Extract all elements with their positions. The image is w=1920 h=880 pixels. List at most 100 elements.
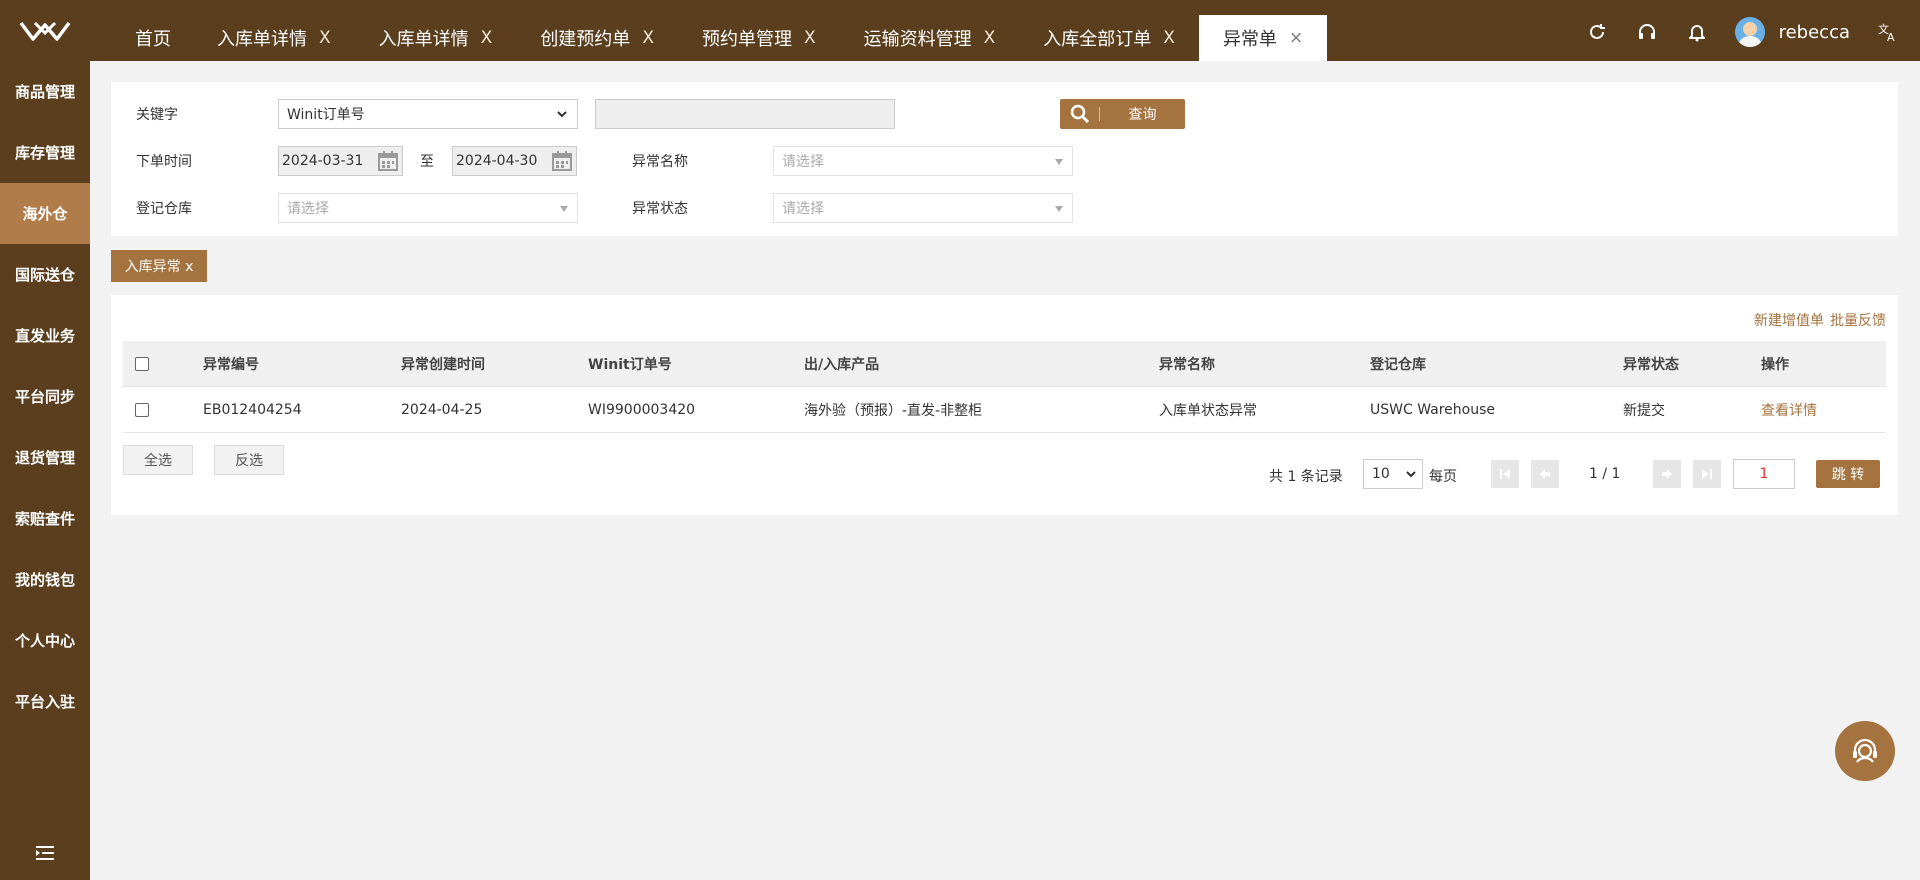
prev-page-icon[interactable] bbox=[1531, 460, 1559, 488]
sidebar-item-platform-onboarding[interactable]: 平台入驻 bbox=[0, 671, 90, 732]
exception-name-cell: 入库单状态异常 bbox=[1159, 403, 1257, 419]
tab-inbound-detail-1[interactable]: 入库单详情 X bbox=[193, 15, 355, 61]
query-button[interactable]: 查询 bbox=[1060, 99, 1185, 129]
close-icon[interactable]: X bbox=[642, 28, 654, 48]
filter-chip-inbound-exception[interactable]: 入库异常 x bbox=[111, 250, 207, 282]
sidebar-item-profile[interactable]: 个人中心 bbox=[0, 610, 90, 671]
customer-support-button[interactable] bbox=[1835, 721, 1895, 781]
triangle-down-icon bbox=[1055, 159, 1063, 165]
filter-panel: 关键字 Winit订单号 查询 下单时间 2024-03-31 至 2024-0… bbox=[111, 82, 1898, 236]
product-cell: 海外验（预报）-直发-非整柜 bbox=[804, 403, 983, 419]
sidebar-item-label: 平台入驻 bbox=[14, 693, 75, 711]
order-time-label: 下单时间 bbox=[136, 154, 192, 170]
next-page-icon[interactable] bbox=[1653, 460, 1681, 488]
exception-status-select[interactable]: 请选择 bbox=[773, 193, 1073, 223]
first-page-icon[interactable] bbox=[1491, 460, 1519, 488]
created-cell: 2024-04-25 bbox=[401, 402, 483, 418]
batch-feedback-link[interactable]: 批量反馈 bbox=[1830, 310, 1886, 330]
close-icon[interactable]: X bbox=[804, 28, 816, 48]
sidebar-item-label: 个人中心 bbox=[14, 632, 75, 650]
user-menu[interactable]: rebecca bbox=[1734, 17, 1850, 47]
chevron-down-icon bbox=[557, 111, 567, 118]
last-page-icon[interactable] bbox=[1693, 460, 1721, 488]
svg-text:A: A bbox=[1887, 31, 1895, 43]
exception-name-select[interactable]: 请选择 bbox=[773, 146, 1073, 176]
invert-selection-button[interactable]: 反选 bbox=[214, 445, 284, 475]
headset-icon[interactable] bbox=[1635, 20, 1659, 44]
bell-icon[interactable] bbox=[1685, 20, 1709, 44]
keyword-type-value: Winit订单号 bbox=[287, 107, 365, 123]
sidebar-item-returns[interactable]: 退货管理 bbox=[0, 427, 90, 488]
table-row: EB012404254 2024-04-25 WI9900003420 海外验（… bbox=[123, 387, 1886, 433]
view-details-link[interactable]: 查看详情 bbox=[1761, 387, 1817, 433]
sidebar-item-label: 平台同步 bbox=[14, 388, 75, 406]
support-agent-icon bbox=[1853, 738, 1877, 763]
avatar bbox=[1734, 17, 1765, 47]
jump-page-input[interactable]: 1 bbox=[1733, 459, 1795, 489]
keyword-type-select[interactable]: Winit订单号 bbox=[278, 99, 578, 129]
exception-name-label: 异常名称 bbox=[632, 154, 688, 170]
date-to-input[interactable]: 2024-04-30 bbox=[452, 146, 577, 176]
calendar-icon[interactable] bbox=[551, 150, 573, 172]
tab-label: 入库单详情 bbox=[217, 29, 307, 50]
page-size-select[interactable]: 10 bbox=[1363, 459, 1423, 489]
date-from-value: 2024-03-31 bbox=[282, 153, 364, 169]
column-header: 操作 bbox=[1761, 357, 1789, 373]
keyword-input[interactable] bbox=[595, 99, 895, 129]
sidebar-item-inventory[interactable]: 库存管理 bbox=[0, 122, 90, 183]
sidebar-item-label: 直发业务 bbox=[14, 327, 75, 345]
sidebar-item-label: 商品管理 bbox=[14, 83, 75, 101]
sidebar-item-platform-sync[interactable]: 平台同步 bbox=[0, 366, 90, 427]
column-header: 出/入库产品 bbox=[804, 357, 880, 373]
sidebar-item-label: 国际送仓 bbox=[14, 266, 75, 284]
row-checkbox[interactable] bbox=[135, 403, 149, 417]
close-icon[interactable]: X bbox=[481, 28, 493, 48]
results-panel: 新建增值单 批量反馈 异常编号 异常创建时间 Winit订单号 出/入库产品 异… bbox=[111, 295, 1898, 515]
table-header: 异常编号 异常创建时间 Winit订单号 出/入库产品 异常名称 登记仓库 异常… bbox=[123, 341, 1886, 387]
sidebar-item-international[interactable]: 国际送仓 bbox=[0, 244, 90, 305]
tab-all-inbound-orders[interactable]: 入库全部订单 X bbox=[1019, 15, 1199, 61]
sidebar-item-overseas-warehouse[interactable]: 海外仓 bbox=[0, 183, 90, 244]
select-all-checkbox[interactable] bbox=[135, 357, 149, 371]
exception-status-label: 异常状态 bbox=[632, 201, 688, 217]
column-header: 异常状态 bbox=[1623, 357, 1679, 373]
sidebar-item-label: 库存管理 bbox=[14, 144, 75, 162]
tab-transport-docs[interactable]: 运输资料管理 X bbox=[840, 15, 1020, 61]
filter-chip-label: 入库异常 x bbox=[124, 259, 194, 275]
sidebar-item-wallet[interactable]: 我的钱包 bbox=[0, 549, 90, 610]
tab-label: 创建预约单 bbox=[540, 29, 631, 50]
new-value-added-link[interactable]: 新建增值单 bbox=[1754, 310, 1824, 330]
refresh-icon[interactable] bbox=[1585, 20, 1609, 44]
tab-label: 预约单管理 bbox=[701, 29, 792, 50]
collapse-menu-icon[interactable] bbox=[0, 838, 90, 868]
sidebar-item-label: 退货管理 bbox=[14, 449, 75, 467]
tab-exceptions[interactable]: 异常单 × bbox=[1198, 15, 1328, 61]
sidebar-item-claims[interactable]: 索赔查件 bbox=[0, 488, 90, 549]
close-icon[interactable]: X bbox=[984, 28, 996, 48]
sidebar-item-label: 我的钱包 bbox=[14, 571, 75, 589]
warehouse-select[interactable]: 请选择 bbox=[278, 193, 578, 223]
header-actions: rebecca 文A bbox=[1585, 14, 1900, 50]
calendar-icon[interactable] bbox=[377, 150, 399, 172]
triangle-down-icon bbox=[1055, 206, 1063, 212]
select-all-button[interactable]: 全选 bbox=[123, 445, 193, 475]
translate-icon[interactable]: 文A bbox=[1876, 20, 1900, 44]
tab-label: 异常单 bbox=[1222, 29, 1277, 50]
exception-name-placeholder: 请选择 bbox=[782, 154, 824, 170]
column-header: 异常创建时间 bbox=[401, 357, 485, 373]
date-from-input[interactable]: 2024-03-31 bbox=[278, 146, 403, 176]
tab-create-appointment[interactable]: 创建预约单 X bbox=[516, 15, 678, 61]
tab-home[interactable]: 首页 bbox=[113, 15, 193, 61]
logo[interactable] bbox=[0, 0, 90, 61]
tab-label: 首页 bbox=[135, 29, 171, 50]
jump-button[interactable]: 跳 转 bbox=[1816, 460, 1880, 488]
keyword-label: 关键字 bbox=[136, 107, 178, 123]
tab-inbound-detail-2[interactable]: 入库单详情 X bbox=[355, 15, 517, 61]
tab-label: 入库单详情 bbox=[378, 29, 469, 50]
close-icon[interactable]: X bbox=[1163, 28, 1175, 48]
tab-appointment-management[interactable]: 预约单管理 X bbox=[678, 15, 840, 61]
close-icon[interactable]: × bbox=[1289, 28, 1303, 48]
close-icon[interactable]: X bbox=[319, 28, 331, 48]
sidebar-item-products[interactable]: 商品管理 bbox=[0, 61, 90, 122]
sidebar-item-direct-ship[interactable]: 直发业务 bbox=[0, 305, 90, 366]
